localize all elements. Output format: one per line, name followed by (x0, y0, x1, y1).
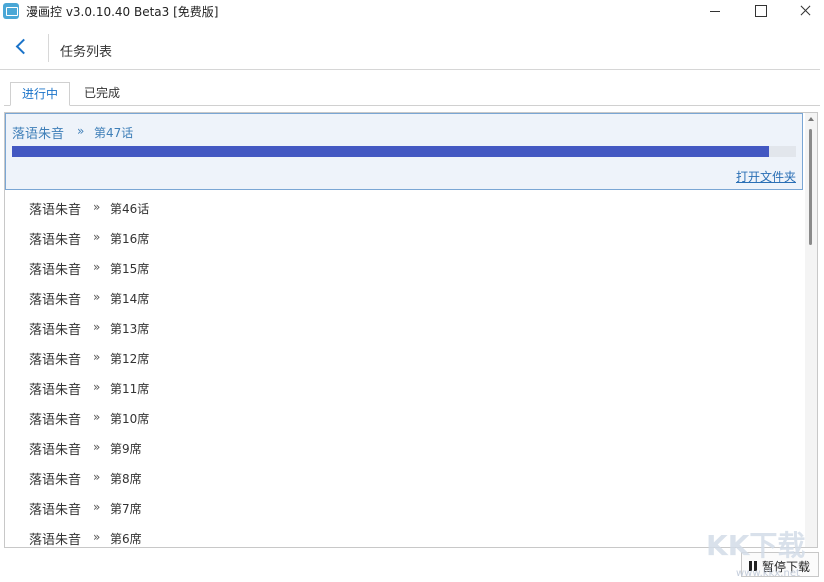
queued-task-row[interactable]: 落语朱音 » 第46话 (5, 193, 803, 223)
task-episode: 第12席 (110, 352, 150, 366)
header-divider (48, 34, 49, 62)
queued-task-row[interactable]: 落语朱音 » 第7席 (5, 493, 803, 523)
task-title: 落语朱音 (29, 443, 82, 458)
download-progress-bar (12, 146, 796, 157)
queued-task-row[interactable]: 落语朱音 » 第9席 (5, 433, 803, 463)
task-title: 落语朱音 (29, 323, 82, 338)
app-icon (3, 3, 19, 19)
task-episode: 第15席 (110, 262, 150, 276)
task-separator: » (93, 470, 101, 484)
queued-task-list: 落语朱音» 第46话 落语朱音» 第16席 落语朱音» 第15席 落语朱音» 第14席 落语朱音… (5, 193, 803, 548)
task-episode: 第6席 (110, 532, 142, 546)
watermark-url: www.kkx.net (736, 568, 800, 579)
task-title: 落语朱音 (29, 503, 82, 518)
queued-task-row[interactable]: 落语朱音 » 第12席 (5, 343, 803, 373)
watermark-text: KK下载 (706, 529, 806, 562)
queued-task-row[interactable]: 落语朱音 » 第15席 (5, 253, 803, 283)
queued-task-row[interactable]: 落语朱音 » 第6席 (5, 523, 803, 548)
task-separator: » (93, 500, 101, 514)
header-divider-line (0, 69, 820, 70)
scrollbar[interactable] (805, 113, 817, 547)
task-episode: 第11席 (110, 382, 150, 396)
task-title: 落语朱音 (29, 353, 82, 368)
task-title: 落语朱音 (29, 263, 82, 278)
tab-in-progress[interactable]: 进行中 (10, 82, 70, 106)
window-title: 漫画控 v3.0.10.40 Beta3 [免费版] (26, 5, 219, 19)
queued-task-row[interactable]: 落语朱音 » 第8席 (5, 463, 803, 493)
task-episode: 第9席 (110, 442, 142, 456)
scroll-up-arrow-icon[interactable] (808, 117, 814, 121)
page-header: 任务列表 (0, 24, 824, 70)
task-list-panel: 落语朱音 » 第47话 打开文件夹 落语朱音» 第46话 落语朱音» 第16席 落语朱音… (4, 112, 818, 548)
watermark: KK下载 www.kkx.net (706, 524, 820, 580)
queued-task-row[interactable]: 落语朱音 » 第16席 (5, 223, 803, 253)
task-episode: 第13席 (110, 322, 150, 336)
task-separator: » (93, 530, 101, 544)
task-title: 落语朱音 (29, 293, 82, 308)
task-title: 落语朱音 (29, 473, 82, 488)
task-title: 落语朱音 (29, 233, 82, 248)
close-button[interactable] (778, 0, 824, 24)
active-task-episode: 第47话 (94, 126, 134, 140)
task-separator: » (93, 230, 101, 244)
queued-task-row[interactable]: 落语朱音 » 第13席 (5, 313, 803, 343)
page-title: 任务列表 (60, 45, 113, 60)
task-separator: » (93, 320, 101, 334)
task-episode: 第7席 (110, 502, 142, 516)
tab-completed[interactable]: 已完成 (72, 82, 132, 106)
task-separator: » (93, 290, 101, 304)
minimize-button[interactable] (692, 0, 738, 24)
task-episode: 第8席 (110, 472, 142, 486)
task-episode: 第46话 (110, 202, 150, 216)
open-folder-link[interactable]: 打开文件夹 (736, 168, 796, 185)
scroll-thumb[interactable] (809, 129, 812, 245)
task-separator: » (93, 350, 101, 364)
queued-task-row[interactable]: 落语朱音 » 第14席 (5, 283, 803, 313)
active-task-title: 落语朱音 (12, 127, 65, 142)
task-episode: 第14席 (110, 292, 150, 306)
tab-baseline (4, 105, 820, 106)
active-task-separator: » (77, 124, 85, 138)
task-episode: 第16席 (110, 232, 150, 246)
task-separator: » (93, 260, 101, 274)
download-progress-fill (12, 146, 770, 157)
task-separator: » (93, 410, 101, 424)
task-title: 落语朱音 (29, 203, 82, 218)
task-separator: » (93, 380, 101, 394)
task-title: 落语朱音 (29, 413, 82, 428)
task-episode: 第10席 (110, 412, 150, 426)
queued-task-row[interactable]: 落语朱音 » 第10席 (5, 403, 803, 433)
active-task-item[interactable]: 落语朱音 » 第47话 打开文件夹 (5, 113, 803, 190)
task-separator: » (93, 440, 101, 454)
title-bar: 漫画控 v3.0.10.40 Beta3 [免费版] (0, 0, 824, 24)
task-title: 落语朱音 (29, 533, 82, 548)
task-title: 落语朱音 (29, 383, 82, 398)
queued-task-row[interactable]: 落语朱音 » 第11席 (5, 373, 803, 403)
task-separator: » (93, 200, 101, 214)
back-arrow-icon[interactable] (10, 36, 32, 58)
